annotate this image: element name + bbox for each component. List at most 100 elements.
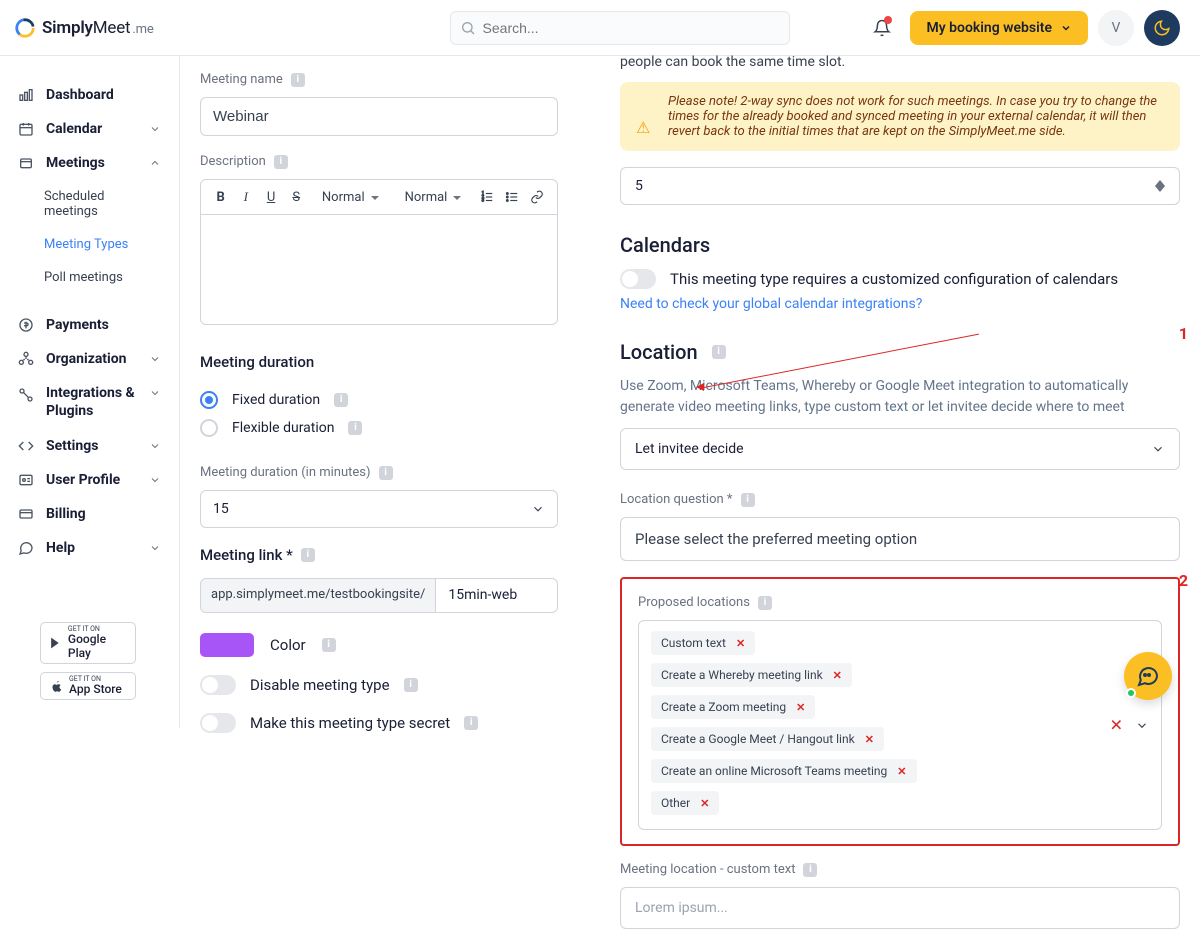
- sidebar-item-user-profile[interactable]: User Profile: [0, 463, 179, 497]
- sidebar-subitem-scheduled[interactable]: Scheduled meetings: [0, 180, 179, 228]
- calendar-integrations-link[interactable]: Need to check your global calendar integ…: [620, 296, 922, 312]
- location-pill: Other✕: [651, 791, 719, 815]
- font-select[interactable]: Normal: [401, 188, 466, 207]
- underline-button[interactable]: U: [261, 186, 280, 208]
- booking-button-label: My booking website: [926, 20, 1052, 36]
- custom-text-input[interactable]: Lorem ipsum...: [620, 887, 1180, 929]
- description-editor[interactable]: [200, 215, 558, 325]
- chevron-down-icon: [1151, 442, 1165, 456]
- sidebar-item-label: Billing: [46, 506, 86, 522]
- strike-button[interactable]: S: [287, 186, 306, 208]
- duration-select[interactable]: 15: [200, 490, 558, 528]
- remove-pill-icon[interactable]: ✕: [865, 733, 874, 746]
- info-icon[interactable]: i: [379, 466, 393, 480]
- users-icon: [18, 155, 34, 171]
- sidebar-item-billing[interactable]: Billing: [0, 497, 179, 531]
- sidebar-item-settings[interactable]: Settings: [0, 429, 179, 463]
- meeting-name-input[interactable]: [200, 97, 558, 136]
- sidebar-item-meetings[interactable]: Meetings: [0, 146, 179, 180]
- chevron-down-icon: [149, 474, 161, 486]
- location-question-input[interactable]: Please select the preferred meeting opti…: [620, 517, 1180, 561]
- clear-all-icon[interactable]: ✕: [1110, 716, 1123, 735]
- google-play-badge[interactable]: GET IT ONGoogle Play: [40, 622, 136, 663]
- info-icon[interactable]: i: [348, 421, 362, 435]
- link-suffix-input[interactable]: 15min-web: [436, 578, 558, 613]
- annotation-arrow: [692, 383, 704, 391]
- svg-text:3: 3: [482, 198, 485, 203]
- form-left-column: Meeting namei Descriptioni B I U S Norma…: [180, 56, 578, 728]
- fixed-duration-label: Fixed duration: [232, 392, 320, 408]
- info-icon[interactable]: i: [334, 393, 348, 407]
- sidebar-subitem-meeting-types[interactable]: Meeting Types: [0, 228, 179, 261]
- annotation-1: 1: [1179, 324, 1188, 343]
- app-store-badge[interactable]: GET IT ONApp Store: [40, 672, 136, 700]
- search-input[interactable]: [450, 11, 790, 45]
- sidebar-item-help[interactable]: Help: [0, 531, 179, 565]
- ordered-list-button[interactable]: 123: [477, 186, 496, 208]
- info-icon[interactable]: i: [803, 863, 817, 877]
- location-select[interactable]: Let invitee decide: [620, 428, 1180, 470]
- search-icon: [460, 20, 476, 36]
- sidebar-subitem-poll[interactable]: Poll meetings: [0, 261, 179, 294]
- my-booking-website-button[interactable]: My booking website: [910, 11, 1088, 45]
- info-icon[interactable]: i: [274, 155, 288, 169]
- calendar-icon: [18, 121, 34, 137]
- info-icon[interactable]: i: [741, 493, 755, 507]
- chat-fab[interactable]: [1124, 652, 1172, 700]
- chevron-down-icon[interactable]: [1135, 718, 1149, 732]
- info-icon[interactable]: i: [301, 548, 315, 562]
- description-label: Descriptioni: [200, 154, 558, 169]
- help-icon: [18, 540, 34, 556]
- proposed-locations-label: Proposed locationsi: [638, 595, 1162, 610]
- info-icon[interactable]: i: [758, 596, 772, 610]
- card-icon: [18, 317, 34, 333]
- chevron-down-icon: [1060, 22, 1072, 34]
- color-swatch[interactable]: [200, 633, 254, 657]
- remove-pill-icon[interactable]: ✕: [833, 669, 842, 682]
- fixed-duration-radio[interactable]: [200, 391, 218, 409]
- disable-toggle[interactable]: [200, 675, 236, 695]
- italic-button[interactable]: I: [236, 186, 255, 208]
- sidebar-item-calendar[interactable]: Calendar: [0, 112, 179, 146]
- bold-button[interactable]: B: [211, 186, 230, 208]
- heading-select[interactable]: Normal: [318, 188, 383, 207]
- theme-toggle-button[interactable]: [1144, 10, 1180, 46]
- bullet-list-button[interactable]: [503, 186, 522, 208]
- remove-pill-icon[interactable]: ✕: [736, 637, 745, 650]
- billing-icon: [18, 506, 34, 522]
- brand-logo[interactable]: SimplyMeet.me: [14, 17, 154, 39]
- sidebar-item-label: Calendar: [46, 121, 102, 137]
- link-button[interactable]: [528, 186, 547, 208]
- remove-pill-icon[interactable]: ✕: [700, 797, 709, 810]
- brand-logo-text: SimplyMeet.me: [42, 18, 154, 38]
- sidebar-item-dashboard[interactable]: Dashboard: [0, 78, 179, 112]
- sidebar-item-integrations[interactable]: Integrations & Plugins: [0, 376, 179, 429]
- main-content: Meeting namei Descriptioni B I U S Norma…: [180, 56, 1200, 728]
- badge-big-text: App Store: [69, 683, 122, 696]
- flexible-duration-radio[interactable]: [200, 419, 218, 437]
- user-avatar[interactable]: V: [1098, 10, 1134, 46]
- secret-label: Make this meeting type secret: [250, 714, 450, 732]
- info-icon[interactable]: i: [712, 345, 726, 359]
- info-icon[interactable]: i: [322, 638, 336, 652]
- sidebar-item-label: Scheduled meetings: [44, 189, 161, 219]
- stepper-value: 5: [635, 178, 643, 194]
- search-wrap: [450, 11, 790, 45]
- secret-toggle[interactable]: [200, 713, 236, 733]
- chart-icon: [18, 87, 34, 103]
- sidebar-item-organization[interactable]: Organization: [0, 342, 179, 376]
- notifications-button[interactable]: [864, 10, 900, 46]
- slot-capacity-stepper[interactable]: 5: [620, 167, 1180, 205]
- chevron-down-icon: [149, 387, 161, 399]
- remove-pill-icon[interactable]: ✕: [796, 701, 805, 714]
- remove-pill-icon[interactable]: ✕: [897, 765, 906, 778]
- duration-minutes-label: Meeting duration (in minutes)i: [200, 465, 558, 480]
- intro-text: people can book the same time slot.: [620, 54, 1180, 70]
- online-dot: [1126, 688, 1136, 698]
- info-icon[interactable]: i: [291, 73, 305, 87]
- info-icon[interactable]: i: [404, 678, 418, 692]
- calendars-toggle[interactable]: [620, 269, 656, 289]
- sidebar-item-payments[interactable]: Payments: [0, 308, 179, 342]
- stepper-arrows[interactable]: [1155, 180, 1165, 192]
- proposed-locations-multiselect[interactable]: Custom text✕ Create a Whereby meeting li…: [638, 620, 1162, 830]
